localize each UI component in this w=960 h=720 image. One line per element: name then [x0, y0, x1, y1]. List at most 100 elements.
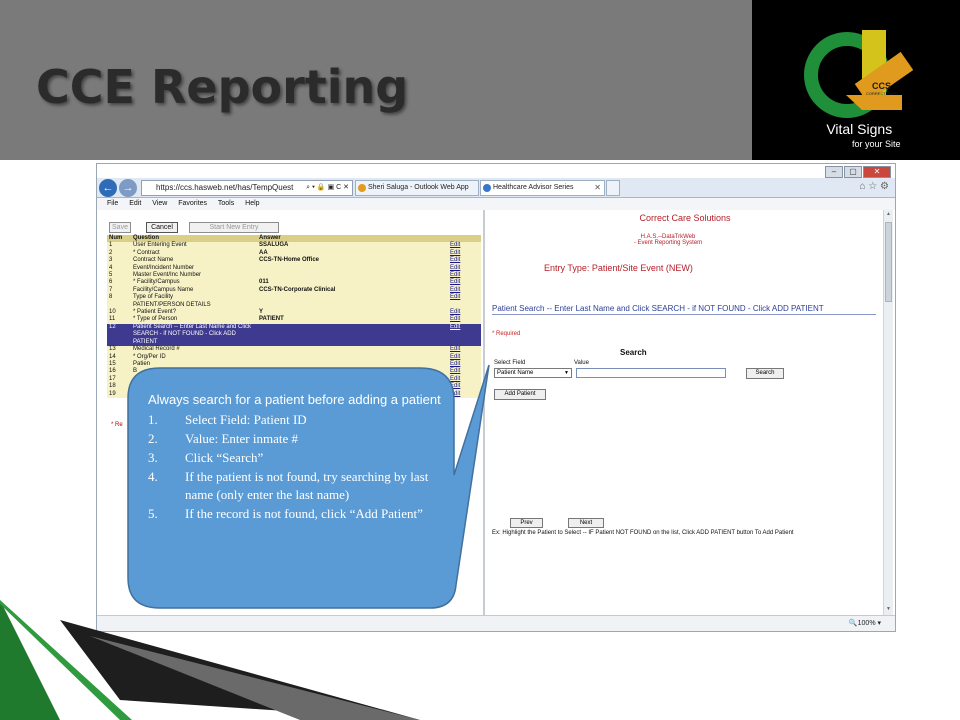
prev-button[interactable]: Prev: [510, 518, 543, 528]
address-bar[interactable]: https://ccs.hasweb.net/has/TempQuest ⌕ ▾…: [141, 180, 353, 196]
start-new-entry-button[interactable]: Start New Entry: [189, 222, 279, 233]
ie-favicon-icon: [483, 184, 491, 192]
table-row[interactable]: 12 Patient Search -- Enter Last Name and …: [107, 323, 481, 347]
tab-outlook[interactable]: Sheri Saluga - Outlook Web App: [355, 180, 479, 196]
edit-link[interactable]: Edit: [448, 383, 481, 390]
table-row[interactable]: 13 Medical Record # Edit: [107, 346, 481, 353]
cell-num: 10: [109, 309, 116, 316]
edit-link[interactable]: Edit: [448, 265, 481, 272]
new-tab-button[interactable]: [606, 180, 620, 196]
edit-link[interactable]: Edit: [448, 287, 481, 294]
table-row[interactable]: PATIENT/PERSON DETAILS: [107, 302, 481, 309]
table-row[interactable]: 6 * Facility/Campus 011 Edit: [107, 279, 481, 286]
search-button[interactable]: Search: [746, 368, 784, 379]
cell-num: 5: [109, 272, 113, 279]
table-row[interactable]: 4 Event/Incident Number Edit: [107, 265, 481, 272]
edit-link[interactable]: Edit: [448, 368, 481, 375]
edit-link[interactable]: Edit: [448, 279, 481, 286]
home-favorites-settings-icons[interactable]: ⌂ ☆ ⚙: [859, 181, 889, 192]
table-row[interactable]: 14 * Org/Per ID Edit: [107, 354, 481, 361]
column-header: Question: [131, 235, 257, 243]
callout-step: 1. Select Field: Patient ID: [148, 411, 444, 429]
edit-link[interactable]: Edit: [448, 323, 481, 347]
edit-link[interactable]: Edit: [448, 391, 481, 398]
close-tab-icon[interactable]: ✕: [594, 181, 601, 195]
slide: CCE Reporting Vital Signs for your Site …: [0, 0, 960, 720]
cell-num: 7: [109, 286, 113, 293]
edit-link[interactable]: Edit: [448, 294, 481, 301]
value-input[interactable]: [576, 368, 726, 378]
minimize-button[interactable]: –: [825, 166, 843, 178]
slide-header: CCE Reporting: [0, 0, 752, 160]
cell-num: 6: [109, 279, 113, 286]
add-patient-button[interactable]: Add Patient: [494, 389, 546, 400]
address-text: https://ccs.hasweb.net/has/TempQuest: [156, 183, 294, 192]
callout-step: 4. If the patient is not found, try searc…: [148, 468, 444, 504]
cell-answer: [257, 294, 448, 301]
next-button[interactable]: Next: [568, 518, 604, 528]
edit-link[interactable]: Edit: [448, 242, 481, 249]
cell-num: 12: [107, 323, 131, 347]
cell-num: [107, 302, 131, 309]
table-row[interactable]: 15 Patien Edit: [107, 361, 481, 368]
cell-question: Facility/Campus Name: [133, 286, 194, 293]
callout-text: Always search for a patient before addin…: [148, 389, 444, 524]
table-row[interactable]: 17 Edit: [107, 376, 481, 383]
select-field-dropdown[interactable]: Patient Name ▼: [494, 368, 572, 378]
browser-tabbar: ← → https://ccs.hasweb.net/has/TempQuest…: [97, 178, 895, 198]
table-row[interactable]: 16 B Edit: [107, 368, 481, 375]
edit-link[interactable]: Edit: [448, 354, 481, 361]
dropdown-arrow-icon: ▼: [564, 370, 569, 376]
edit-link[interactable]: Edit: [448, 376, 481, 383]
cell-answer: CCS-TN-Home Office: [259, 257, 320, 264]
forward-arrow-icon[interactable]: →: [119, 179, 137, 197]
scroll-up-icon[interactable]: ▲: [885, 211, 892, 219]
menu-edit[interactable]: Edit: [129, 200, 141, 207]
table-row[interactable]: 5 Master Event/Inc Number Edit: [107, 272, 481, 279]
close-window-button[interactable]: ✕: [863, 166, 891, 178]
edit-link[interactable]: Edit: [448, 346, 481, 353]
cell-num: 15: [109, 360, 116, 367]
menu-favorites[interactable]: Favorites: [178, 200, 207, 207]
system-title-line: - Event Reporting System: [633, 240, 703, 246]
table-row[interactable]: 3 Contract Name CCS-TN-Home Office Edit: [107, 257, 481, 264]
menu-tools[interactable]: Tools: [218, 200, 234, 207]
scroll-thumb[interactable]: [885, 222, 892, 302]
table-row[interactable]: 1 User Entering Event SSALUGA Edit: [107, 242, 481, 249]
edit-link[interactable]: Edit: [448, 257, 481, 264]
menu-help[interactable]: Help: [245, 200, 259, 207]
cell-num: 8: [109, 294, 113, 301]
table-row[interactable]: 11 * Type of Person PATIENT Edit: [107, 316, 481, 323]
edit-link[interactable]: Edit: [448, 316, 481, 323]
maximize-button[interactable]: ▢: [844, 166, 862, 178]
table-row[interactable]: 7 Facility/Campus Name CCS-TN-Corporate Cl…: [107, 287, 481, 294]
zoom-level[interactable]: 🔍100% ▾: [849, 619, 881, 627]
address-bar-icons[interactable]: ⌕ ▾ 🔒 ▣ C ✕: [306, 181, 349, 195]
cell-question: * Patient Event?: [133, 309, 177, 316]
cell-num: 17: [109, 375, 116, 382]
step-text: If the record is not found, click “Add P…: [185, 506, 423, 521]
cell-answer: [257, 265, 448, 272]
edit-link[interactable]: Edit: [448, 250, 481, 257]
window-controls: – ▢ ✕: [825, 166, 891, 178]
scrollbar[interactable]: ▲ ▼: [883, 210, 893, 615]
edit-link[interactable]: Edit: [448, 361, 481, 368]
callout-steps: 1. Select Field: Patient ID 2. Value: Ente…: [148, 411, 444, 523]
table-row[interactable]: 10 * Patient Event? Y Edit: [107, 309, 481, 316]
tab-label: Healthcare Advisor Series: [493, 184, 574, 191]
menu-view[interactable]: View: [152, 200, 167, 207]
menu-file[interactable]: File: [107, 200, 118, 207]
scroll-down-icon[interactable]: ▼: [885, 606, 892, 614]
save-button[interactable]: Save: [109, 222, 131, 233]
edit-link[interactable]: Edit: [448, 272, 481, 279]
cell-num: 4: [109, 264, 113, 271]
tab-healthcare-advisor[interactable]: Healthcare Advisor Series ✕: [480, 180, 605, 196]
cell-answer: AA: [259, 249, 268, 256]
table-row[interactable]: 2 * Contract AA Edit: [107, 250, 481, 257]
cancel-button[interactable]: Cancel: [146, 222, 178, 233]
table-row[interactable]: 8 Type of Facility Edit: [107, 294, 481, 301]
select-field-value: Patient Name: [497, 370, 534, 376]
edit-link[interactable]: Edit: [448, 309, 481, 316]
step-number: 4.: [148, 469, 158, 484]
back-arrow-icon[interactable]: ←: [99, 179, 117, 197]
